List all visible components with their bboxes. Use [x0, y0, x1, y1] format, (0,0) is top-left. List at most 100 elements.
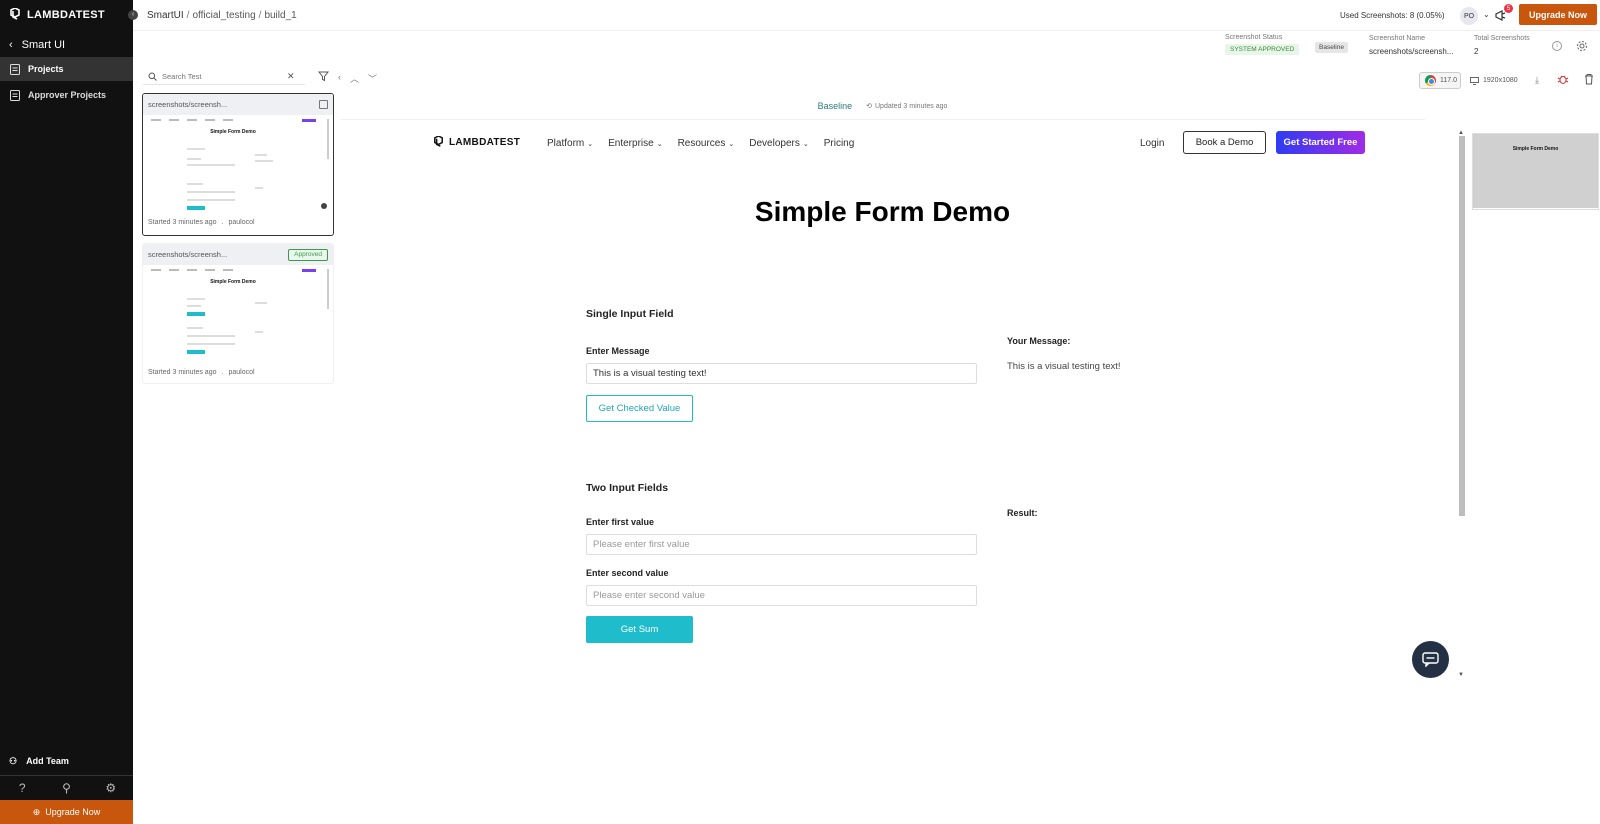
history-icon: ⟲ — [866, 103, 872, 110]
divider — [133, 30, 1600, 31]
screenshot-name: Screenshot Name screenshots/screensh... — [1369, 35, 1453, 56]
add-team-label: Add Team — [26, 756, 69, 766]
minimap[interactable]: Simple Form Demo — [1472, 133, 1599, 210]
login-link[interactable]: Login — [1140, 138, 1164, 149]
page-title: Simple Form Demo — [754, 196, 1011, 227]
add-team-button[interactable]: ⚇ Add Team — [0, 752, 133, 770]
menu-pricing[interactable]: Pricing — [824, 138, 855, 149]
screenshot-card-footer: Started 3 minutes ago . paulocol — [148, 218, 255, 226]
menu-resources[interactable]: Resources ⌄ — [678, 138, 735, 149]
screenshot-card-2[interactable]: screenshots/screensh... Approved Simple … — [142, 243, 334, 384]
sidebar-item-projects[interactable]: Projects — [0, 57, 133, 81]
breadcrumb-root[interactable]: SmartUI — [147, 10, 184, 21]
info-icon[interactable]: i — [1552, 41, 1562, 51]
search-box: ✕ — [143, 68, 305, 85]
thumbnail-title: Simple Form Demo — [210, 279, 256, 285]
chevron-up-icon[interactable]: ︿ — [350, 72, 359, 85]
search-input[interactable] — [162, 71, 282, 81]
get-checked-value-button[interactable]: Get Checked Value — [586, 395, 693, 422]
help-icon[interactable]: ? — [16, 781, 28, 795]
bug-icon[interactable] — [1557, 73, 1569, 85]
scrollbar-thumb[interactable] — [1459, 136, 1465, 516]
chevron-down-icon: ⌄ — [587, 141, 594, 148]
chevron-down-icon[interactable]: ⌄ — [1483, 10, 1490, 19]
upgrade-now-sidebar-button[interactable]: ⊕ Upgrade Now — [0, 800, 133, 824]
gear-icon[interactable] — [1576, 40, 1588, 52]
breadcrumb: SmartUI / official_testing / build_1 — [147, 10, 297, 21]
download-icon[interactable]: ⤓ — [1535, 75, 1539, 86]
total-label: Total Screenshots — [1474, 35, 1530, 42]
monitor-icon — [1470, 76, 1479, 85]
smart-ui-label: Smart UI — [21, 39, 66, 51]
clear-search-icon[interactable]: ✕ — [287, 71, 295, 82]
add-user-icon: ⚇ — [9, 755, 18, 766]
book-demo-button[interactable]: Book a Demo — [1183, 131, 1266, 154]
menu-enterprise[interactable]: Enterprise ⌄ — [608, 138, 662, 149]
page-logo[interactable]: LAMBDATEST — [432, 136, 520, 149]
chevron-down-icon: ⌄ — [656, 141, 663, 148]
search-icon — [148, 72, 157, 81]
breadcrumb-project[interactable]: official_testing — [192, 10, 255, 21]
chevron-left-icon[interactable]: ‹ — [338, 72, 341, 85]
notification-badge: 5 — [1504, 4, 1513, 13]
enter-message-label: Enter Message — [586, 346, 650, 356]
your-message-label: Your Message: — [1007, 336, 1071, 346]
screenshot-card-footer: Started 3 minutes ago . paulocol — [148, 368, 255, 376]
thumbnail-title: Simple Form Demo — [210, 129, 256, 135]
trash-icon[interactable] — [1584, 73, 1594, 85]
page-nav-menu: Platform ⌄ Enterprise ⌄ Resources ⌄ Develop… — [547, 138, 854, 149]
browser-selector[interactable]: 117.0 — [1419, 72, 1461, 89]
upgrade-now-button[interactable]: Upgrade Now — [1519, 4, 1597, 25]
sidebar-item-label: Projects — [28, 64, 64, 74]
sidebar-item-approver-projects[interactable]: Approver Projects — [0, 83, 133, 107]
first-value-input[interactable]: Please enter first value — [586, 534, 977, 555]
menu-developers[interactable]: Developers ⌄ — [749, 138, 808, 149]
copy-icon[interactable] — [319, 100, 328, 109]
get-started-free-button[interactable]: Get Started Free — [1276, 131, 1365, 154]
viewer-header: Baseline ⟲ Updated 3 minutes ago — [340, 96, 1425, 116]
chat-button[interactable] — [1412, 641, 1449, 678]
baseline-label: Baseline — [817, 101, 853, 111]
back-to-smart-ui[interactable]: ‹ Smart UI — [0, 35, 133, 55]
filter-icon[interactable] — [318, 71, 329, 82]
sidebar-item-label: Approver Projects — [28, 90, 107, 100]
settings-icon[interactable]: ⚙ — [105, 781, 117, 795]
status-dot — [321, 203, 327, 209]
your-message-value: This is a visual testing text! — [1007, 361, 1121, 372]
chat-icon — [1422, 652, 1439, 667]
lambdatest-logo-icon — [434, 136, 443, 147]
viewer-scrollbar[interactable]: ▲ ▼ — [1457, 130, 1466, 680]
second-value-input[interactable]: Please enter second value — [586, 585, 977, 606]
name-value: screenshots/screensh... — [1369, 47, 1454, 56]
first-value-label: Enter first value — [586, 517, 655, 527]
screenshot-card-header: screenshots/screensh... Approved — [143, 244, 333, 265]
menu-platform[interactable]: Platform ⌄ — [547, 138, 593, 149]
captured-page: LAMBDATEST Platform ⌄ Enterprise ⌄ Resourc… — [340, 120, 1425, 680]
updated-time: ⟲ Updated 3 minutes ago — [866, 102, 948, 111]
scroll-down-icon[interactable]: ▼ — [1458, 672, 1464, 678]
resolution-selector[interactable]: 1920x1080 — [1470, 72, 1524, 89]
screenshot-card-1[interactable]: screenshots/screensh... Simple Form Demo… — [142, 93, 334, 236]
name-label: Screenshot Name — [1369, 35, 1426, 42]
avatar[interactable]: PO — [1460, 7, 1478, 25]
started-time: Started 3 minutes ago — [148, 368, 217, 376]
baseline-badge: Baseline — [1315, 42, 1348, 53]
chevron-down-icon[interactable]: ﹀ — [368, 72, 377, 85]
message-input[interactable]: This is a visual testing text! — [586, 363, 977, 384]
two-input-title: Two Input Fields — [586, 482, 669, 494]
screenshot-name: screenshots/screensh... — [148, 100, 228, 109]
key-icon[interactable]: ⚲ — [60, 781, 72, 795]
chrome-icon — [1425, 75, 1436, 86]
app-logo[interactable]: LAMBDATEST — [8, 7, 105, 23]
second-value-label: Enter second value — [586, 568, 669, 578]
approved-badge: Approved — [288, 248, 328, 261]
screenshot-status: Screenshot Status SYSTEM APPROVED — [1225, 34, 1300, 55]
breadcrumb-build: build_1 — [264, 10, 297, 21]
total-value: 2 — [1474, 47, 1479, 56]
screenshot-nav: ‹ ︿ ﹀ — [338, 72, 377, 85]
screenshot-thumbnail: Simple Form Demo — [143, 115, 333, 213]
sidebar: LAMBDATEST ‹ Smart UI Projects Approver … — [0, 0, 133, 824]
sidebar-footer-icons: ? ⚲ ⚙ — [0, 775, 133, 799]
get-sum-button[interactable]: Get Sum — [586, 616, 693, 643]
collapse-sidebar-icon[interactable]: ‹ — [128, 10, 138, 20]
